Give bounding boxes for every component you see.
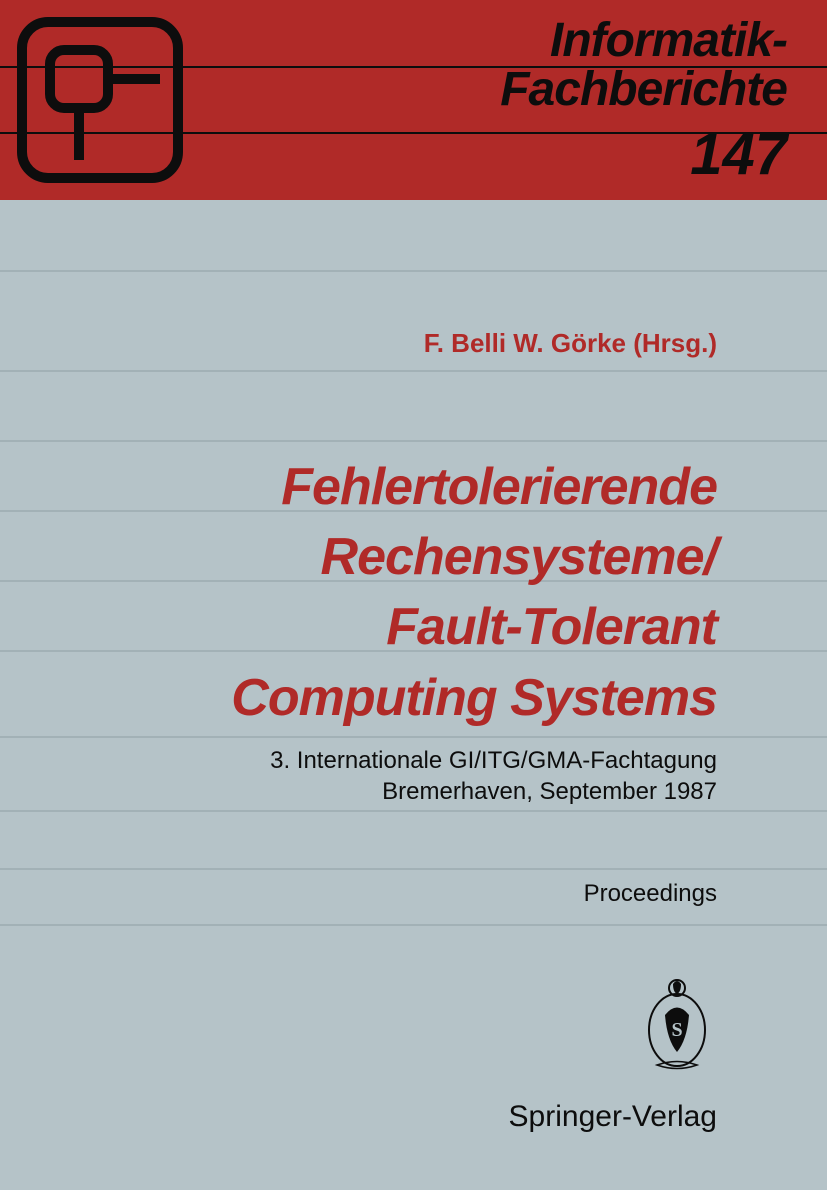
editors: F. Belli W. Görke (Hrsg.) [424, 328, 717, 359]
rule [0, 270, 827, 272]
series-number: 147 [200, 121, 787, 188]
series-name-line2: Fachberichte [200, 62, 787, 117]
subtitle-line-2: Bremerhaven, September 1987 [270, 776, 717, 807]
title-line-4: Computing Systems [231, 663, 717, 733]
rule [0, 868, 827, 870]
title-line-2: Rechensysteme/ [231, 522, 717, 592]
subtitle-line-1: 3. Internationale GI/ITG/GMA-Fachtagung [270, 745, 717, 776]
rule [0, 370, 827, 372]
subtitle: 3. Internationale GI/ITG/GMA-Fachtagung … [270, 745, 717, 807]
series-logo [0, 0, 200, 200]
title-line-3: Fault-Tolerant [231, 592, 717, 662]
title-line-1: Fehlertolerierende [231, 452, 717, 522]
springer-logo-icon: S [637, 970, 717, 1080]
rule [0, 810, 827, 812]
publisher-name: Springer-Verlag [509, 1100, 717, 1134]
header-band: Informatik- Fachberichte 147 [0, 0, 827, 200]
rule [0, 924, 827, 926]
book-title: Fehlertolerierende Rechensysteme/ Fault-… [231, 452, 717, 733]
svg-text:S: S [671, 1019, 682, 1041]
cover-body: F. Belli W. Görke (Hrsg.) Fehlertolerier… [0, 200, 827, 1190]
series-title-block: Informatik- Fachberichte 147 [200, 0, 827, 200]
rule [0, 440, 827, 442]
series-name-line1: Informatik- [200, 13, 787, 68]
proceedings-label: Proceedings [584, 880, 717, 908]
rule [0, 736, 827, 738]
